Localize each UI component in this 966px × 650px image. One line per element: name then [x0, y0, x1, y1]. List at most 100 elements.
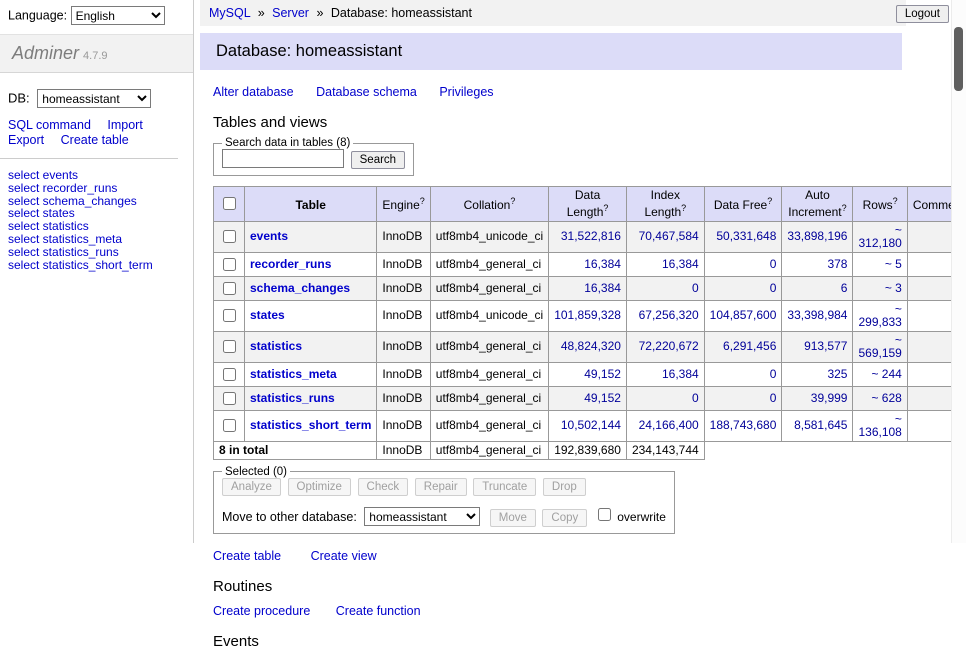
row-checkbox[interactable]	[223, 392, 236, 405]
overwrite-checkbox[interactable]	[598, 508, 611, 521]
row-checkbox[interactable]	[223, 258, 236, 271]
collation-cell: utf8mb4_general_ci	[430, 410, 548, 441]
check-button[interactable]: Check	[358, 478, 409, 496]
select-all-checkbox[interactable]	[223, 197, 236, 210]
analyze-button[interactable]: Analyze	[222, 478, 281, 496]
index-length-cell: 24,166,400	[626, 410, 704, 441]
table-select-link[interactable]: select statistics_short_term	[8, 259, 185, 272]
collation-cell: utf8mb4_general_ci	[430, 331, 548, 362]
search-input[interactable]	[222, 149, 344, 168]
data-free-cell: 104,857,600	[704, 300, 782, 331]
table-row: statistics InnoDB utf8mb4_general_ci 48,…	[214, 331, 966, 362]
row-checkbox[interactable]	[223, 309, 236, 322]
truncate-button[interactable]: Truncate	[473, 478, 536, 496]
rows-cell: ~ 628	[853, 386, 907, 410]
table-row: states InnoDB utf8mb4_unicode_ci 101,859…	[214, 300, 966, 331]
create-view-link[interactable]: Create view	[311, 549, 377, 563]
app-name: Adminer	[12, 43, 79, 63]
row-checkbox[interactable]	[223, 419, 236, 432]
row-checkbox[interactable]	[223, 282, 236, 295]
optimize-button[interactable]: Optimize	[288, 478, 351, 496]
sidebar-link-sql-command[interactable]: SQL command	[8, 118, 91, 132]
table-name-link[interactable]: states	[250, 308, 285, 322]
table-select-link[interactable]: select statistics_runs	[8, 246, 185, 259]
copy-button[interactable]: Copy	[542, 509, 587, 527]
language-row: Language: English	[0, 0, 193, 31]
row-checkbox[interactable]	[223, 230, 236, 243]
index-length-cell: 72,220,672	[626, 331, 704, 362]
collation-cell: utf8mb4_general_ci	[430, 386, 548, 410]
engine-cell: InnoDB	[377, 410, 430, 441]
create-table-link[interactable]: Create table	[213, 549, 281, 563]
scrollbar-thumb[interactable]	[954, 27, 963, 91]
index-length-cell: 67,256,320	[626, 300, 704, 331]
rows-cell: ~ 3	[853, 276, 907, 300]
drop-button[interactable]: Drop	[543, 478, 586, 496]
rows-cell: ~ 569,159	[853, 331, 907, 362]
breadcrumb-link-mysql[interactable]: MySQL	[209, 6, 250, 20]
move-db-select[interactable]: homeassistant	[364, 507, 480, 526]
table-name-link[interactable]: statistics_short_term	[250, 418, 371, 432]
table-select-link[interactable]: select recorder_runs	[8, 182, 185, 195]
data-free-cell: 0	[704, 386, 782, 410]
collation-cell: utf8mb4_unicode_ci	[430, 221, 548, 252]
privileges-link[interactable]: Privileges	[439, 85, 493, 99]
table-select-link[interactable]: select events	[8, 169, 185, 182]
search-legend: Search data in tables (8)	[222, 137, 353, 149]
database-schema-link[interactable]: Database schema	[316, 85, 417, 99]
events-heading: Events	[213, 633, 952, 650]
table-name-link[interactable]: statistics_meta	[250, 367, 337, 381]
rows-cell: ~ 244	[853, 362, 907, 386]
engine-cell: InnoDB	[377, 252, 430, 276]
vertical-scrollbar[interactable]	[951, 0, 966, 543]
overwrite-label: overwrite	[617, 510, 666, 524]
alter-database-link[interactable]: Alter database	[213, 85, 294, 99]
logout-button[interactable]: Logout	[896, 5, 949, 23]
language-select[interactable]: English	[71, 6, 165, 25]
engine-cell: InnoDB	[377, 331, 430, 362]
selected-legend: Selected (0)	[222, 466, 290, 478]
data-length-cell: 49,152	[549, 362, 627, 386]
table-name-link[interactable]: schema_changes	[250, 281, 350, 295]
sidebar-tables-list: select events select recorder_runs selec…	[0, 159, 193, 281]
collation-cell: utf8mb4_general_ci	[430, 276, 548, 300]
create-procedure-link[interactable]: Create procedure	[213, 604, 310, 618]
db-select[interactable]: homeassistant	[37, 89, 151, 108]
sidebar-link-create-table[interactable]: Create table	[61, 133, 129, 147]
table-name-link[interactable]: recorder_runs	[250, 257, 331, 271]
auto-increment-cell: 39,999	[782, 386, 853, 410]
engine-cell: InnoDB	[377, 386, 430, 410]
index-length-cell: 16,384	[626, 252, 704, 276]
table-name-link[interactable]: statistics_runs	[250, 391, 335, 405]
create-function-link[interactable]: Create function	[336, 604, 421, 618]
table-row: schema_changes InnoDB utf8mb4_general_ci…	[214, 276, 966, 300]
move-button[interactable]: Move	[490, 509, 536, 527]
repair-button[interactable]: Repair	[415, 478, 467, 496]
table-name-link[interactable]: events	[250, 229, 288, 243]
total-data-length-cell: 192,839,680	[549, 441, 627, 459]
create-links: Create table Create view	[213, 549, 952, 563]
table-row: recorder_runs InnoDB utf8mb4_general_ci …	[214, 252, 966, 276]
help-sup: ?	[893, 196, 898, 206]
app-version: 4.7.9	[83, 50, 107, 62]
sidebar-link-export[interactable]: Export	[8, 133, 44, 147]
engine-cell: InnoDB	[377, 362, 430, 386]
row-checkbox[interactable]	[223, 340, 236, 353]
adminer-logo[interactable]: Adminer 4.7.9	[0, 34, 193, 73]
sidebar-link-import[interactable]: Import	[107, 118, 142, 132]
tables-and-views-heading: Tables and views	[213, 114, 952, 131]
engine-cell: InnoDB	[377, 221, 430, 252]
data-length-cell: 101,859,328	[549, 300, 627, 331]
search-button[interactable]: Search	[351, 151, 405, 169]
row-checkbox[interactable]	[223, 368, 236, 381]
breadcrumb-link-server[interactable]: Server	[272, 6, 309, 20]
total-label-cell: 8 in total	[214, 441, 377, 459]
breadcrumb-current: Database: homeassistant	[331, 6, 472, 20]
total-engine-cell: InnoDB	[377, 441, 430, 459]
collation-cell: utf8mb4_unicode_ci	[430, 300, 548, 331]
table-name-link[interactable]: statistics	[250, 339, 302, 353]
table-select-link[interactable]: select statistics_meta	[8, 233, 185, 246]
data-length-cell: 31,522,816	[549, 221, 627, 252]
collation-cell: utf8mb4_general_ci	[430, 252, 548, 276]
help-sup: ?	[842, 203, 847, 213]
